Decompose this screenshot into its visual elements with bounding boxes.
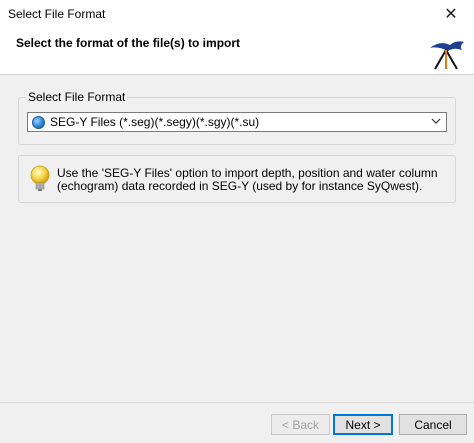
lightbulb-icon (30, 165, 50, 191)
close-icon: ✕ (444, 6, 458, 23)
tripod-logo-icon (430, 41, 464, 70)
wizard-header: Select the format of the file(s) to impo… (0, 28, 474, 75)
window-title: Select File Format (8, 7, 106, 21)
info-text: Use the 'SEG-Y Files' option to import d… (57, 166, 438, 193)
file-format-legend: Select File Format (26, 90, 128, 104)
info-panel: Use the 'SEG-Y Files' option to import d… (18, 155, 456, 203)
page-title: Select the format of the file(s) to impo… (16, 36, 241, 50)
globe-icon (32, 115, 45, 129)
file-format-dropdown[interactable]: SEG-Y Files (*.seg)(*.segy)(*.sgy)(*.su) (27, 112, 447, 132)
close-button[interactable]: ✕ (428, 0, 474, 28)
cancel-button[interactable]: Cancel (399, 414, 467, 435)
file-format-selected: SEG-Y Files (*.seg)(*.segy)(*.sgy)(*.su) (50, 115, 260, 129)
back-button[interactable]: < Back (271, 414, 330, 435)
footer-divider (0, 402, 474, 403)
chevron-down-icon[interactable] (431, 116, 441, 126)
file-format-group: Select File Format SEG-Y Files (*.seg)(*… (18, 90, 456, 145)
title-bar: Select File Format ✕ (0, 0, 474, 28)
next-button[interactable]: Next > (333, 414, 393, 435)
